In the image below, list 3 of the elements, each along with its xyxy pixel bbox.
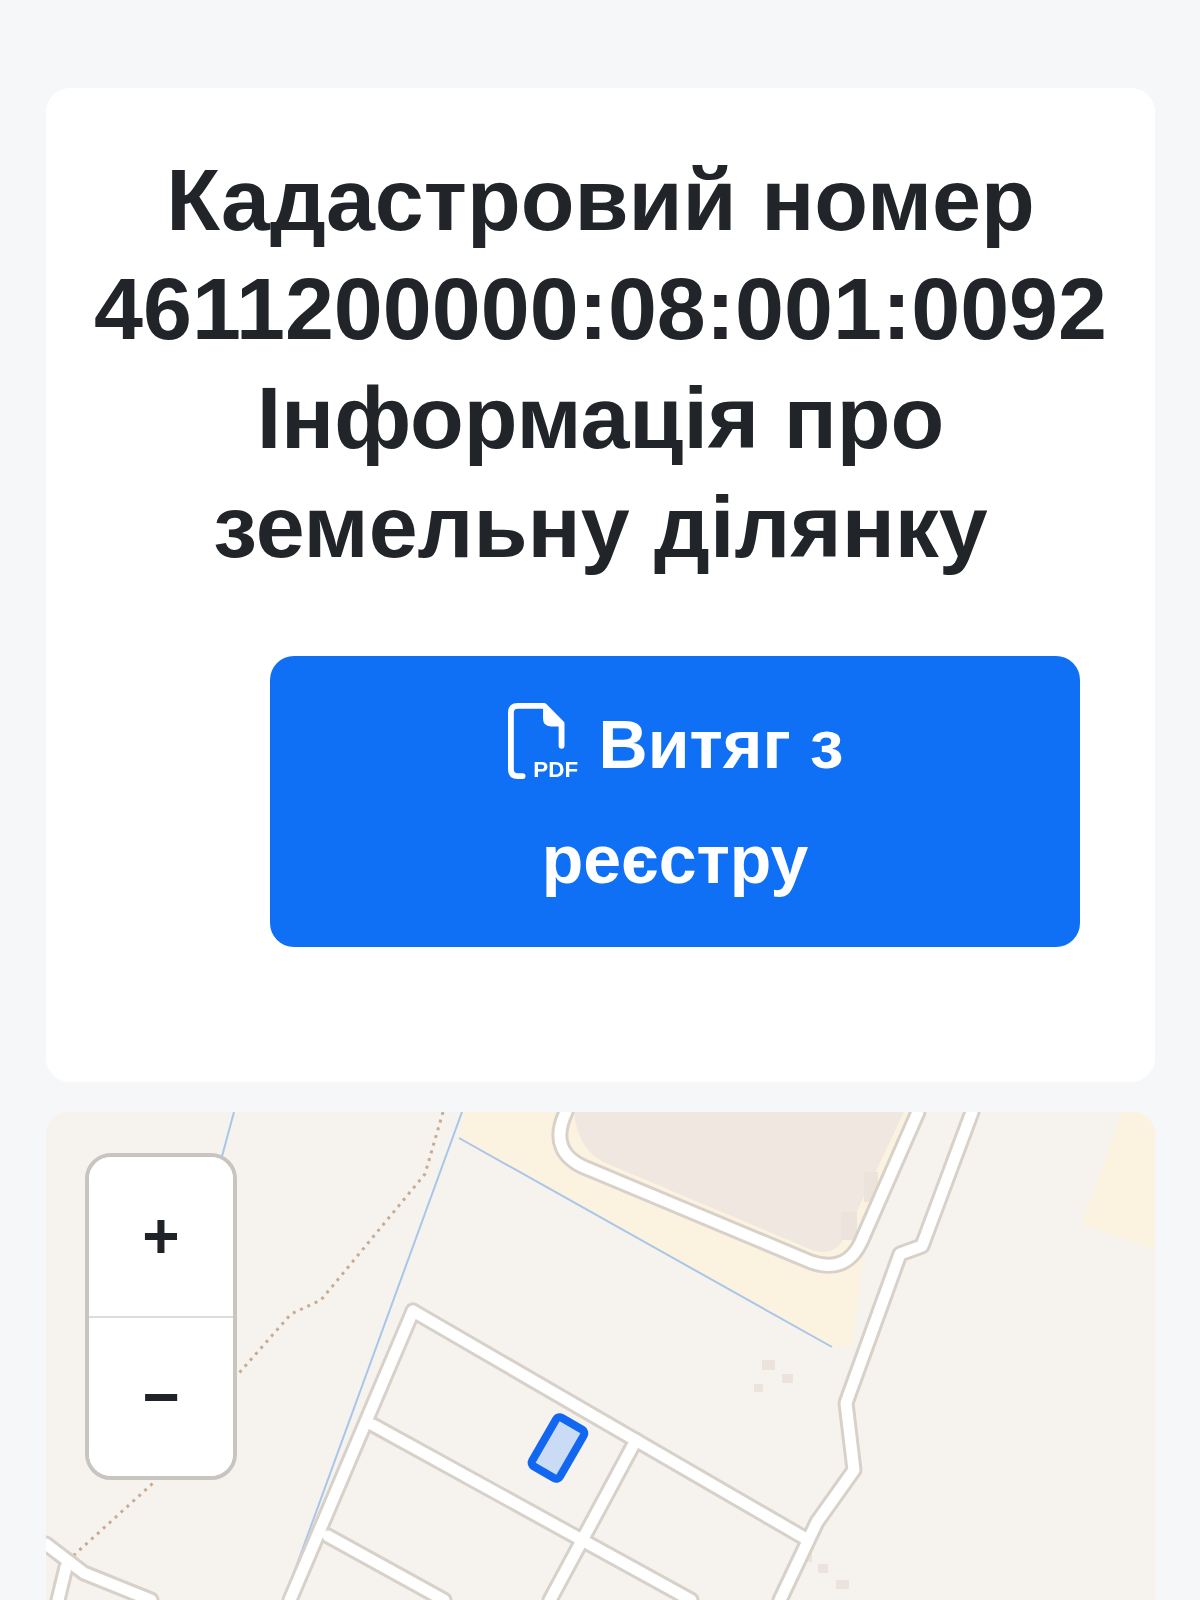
extract-button[interactable]: PDF Витяг з реєстру — [270, 656, 1080, 947]
page-title: Кадастровий номер 4611200000:08:001:0092 Інформація про земельну ділянку — [93, 149, 1108, 578]
zoom-out-button[interactable]: − — [89, 1315, 233, 1476]
